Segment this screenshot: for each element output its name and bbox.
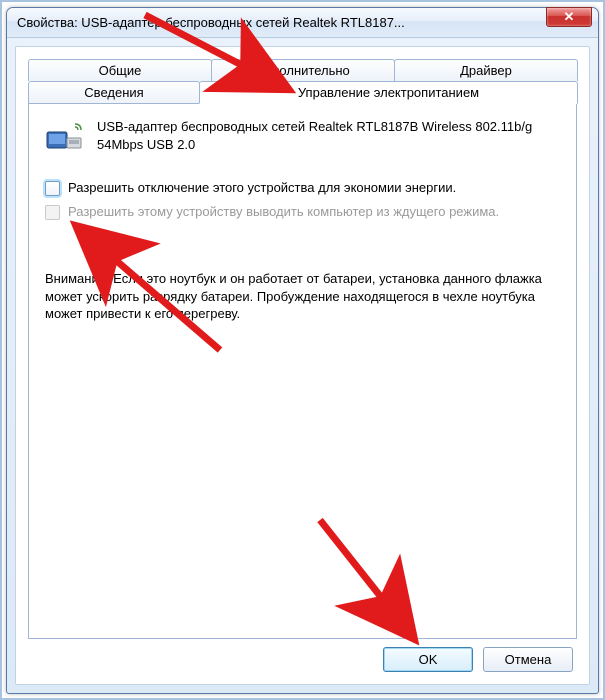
network-adapter-icon (45, 118, 85, 154)
dialog-buttons: OK Отмена (26, 641, 579, 674)
tab-general[interactable]: Общие (28, 59, 212, 81)
tab-advanced[interactable]: Дополнительно (211, 59, 395, 81)
close-button[interactable]: ✕ (546, 7, 592, 27)
checkbox-allow-off[interactable] (45, 181, 60, 196)
checkbox-row-allow-off[interactable]: Разрешить отключение этого устройства дл… (45, 180, 560, 196)
tab-details[interactable]: Сведения (28, 81, 200, 103)
close-icon: ✕ (564, 9, 575, 25)
tab-power-management[interactable]: Управление электропитанием (199, 81, 578, 104)
ok-button[interactable]: OK (383, 647, 473, 672)
warning-note: Внимание! Если это ноутбук и он работает… (45, 270, 560, 323)
checkbox-allow-off-label: Разрешить отключение этого устройства дл… (68, 180, 456, 195)
dialog-window: Свойства: USB-адаптер беспроводных сетей… (6, 7, 599, 694)
checkbox-row-allow-wake: Разрешить этому устройству выводить комп… (45, 204, 560, 220)
checkbox-allow-wake (45, 205, 60, 220)
tab-driver[interactable]: Драйвер (394, 59, 578, 81)
cancel-button[interactable]: Отмена (483, 647, 573, 672)
titlebar[interactable]: Свойства: USB-адаптер беспроводных сетей… (7, 8, 598, 38)
device-name: USB-адаптер беспроводных сетей Realtek R… (97, 118, 560, 153)
client-area: Общие Дополнительно Драйвер Сведения Упр… (15, 46, 590, 685)
window-title: Свойства: USB-адаптер беспроводных сетей… (17, 15, 546, 30)
tab-strip: Общие Дополнительно Драйвер Сведения Упр… (28, 59, 577, 103)
checkbox-allow-wake-label: Разрешить этому устройству выводить комп… (68, 204, 499, 219)
tab-panel: USB-адаптер беспроводных сетей Realtek R… (28, 103, 577, 639)
